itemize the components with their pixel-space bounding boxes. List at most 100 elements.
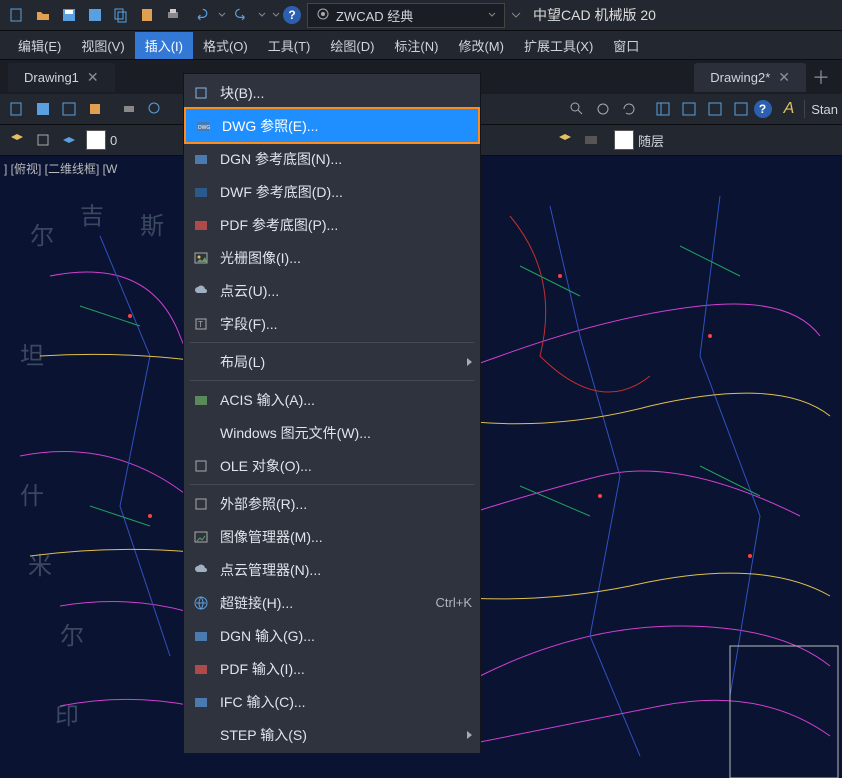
svg-text:T: T <box>198 320 203 329</box>
layer-icon[interactable] <box>6 129 28 151</box>
dgn2-icon <box>192 627 210 645</box>
tool-icon[interactable] <box>58 98 80 120</box>
menu-item[interactable]: 超链接(H)...Ctrl+K <box>184 586 480 619</box>
close-icon[interactable]: ✕ <box>778 69 790 86</box>
imgmgr-icon <box>192 528 210 546</box>
menu-item-label: STEP 输入(S) <box>220 725 461 745</box>
layer-icon[interactable] <box>554 129 576 151</box>
redo-dropdown-icon[interactable] <box>257 4 267 26</box>
dwg-icon: DWG <box>194 117 212 135</box>
menu-绘图[interactable]: 绘图(D) <box>320 32 384 59</box>
menu-item-label: 光栅图像(I)... <box>220 248 472 268</box>
undo-dropdown-icon[interactable] <box>217 4 227 26</box>
menu-item[interactable]: DGN 输入(G)... <box>184 619 480 652</box>
menu-item-label: 点云(U)... <box>220 281 472 301</box>
menu-item[interactable]: DGN 参考底图(N)... <box>184 142 480 175</box>
tool-icon[interactable] <box>6 98 28 120</box>
menu-item-label: Windows 图元文件(W)... <box>220 423 472 443</box>
menu-视图[interactable]: 视图(V) <box>71 32 134 59</box>
menu-item[interactable]: DWGDWG 参照(E)... <box>184 107 480 144</box>
undo-icon[interactable] <box>191 4 213 26</box>
acis-icon <box>192 391 210 409</box>
tool-icon[interactable] <box>32 98 54 120</box>
menu-item-label: 字段(F)... <box>220 314 472 334</box>
menu-item[interactable]: STEP 输入(S) <box>184 718 480 751</box>
blank-icon <box>192 726 210 744</box>
workspace-label: ZWCAD 经典 <box>336 6 413 25</box>
menu-item[interactable]: Windows 图元文件(W)... <box>184 416 480 449</box>
block-icon <box>192 84 210 102</box>
add-tab-button[interactable]: ＋ <box>808 64 834 90</box>
menubar: 编辑(E)视图(V)插入(I)格式(O)工具(T)绘图(D)标注(N)修改(M)… <box>0 31 842 60</box>
menu-修改[interactable]: 修改(M) <box>448 32 514 59</box>
preview-icon[interactable] <box>144 98 166 120</box>
xref-icon <box>192 495 210 513</box>
menu-窗口[interactable]: 窗口 <box>603 32 649 59</box>
layer-icon[interactable] <box>58 129 80 151</box>
layer-icon[interactable] <box>32 129 54 151</box>
panel-icon[interactable] <box>704 98 726 120</box>
help-icon[interactable]: ? <box>283 6 301 24</box>
menu-标注[interactable]: 标注(N) <box>384 32 448 59</box>
menu-item[interactable]: DWF 参考底图(D)... <box>184 175 480 208</box>
menu-item-label: ACIS 输入(A)... <box>220 390 472 410</box>
redo-icon[interactable] <box>231 4 253 26</box>
panel-icon[interactable] <box>678 98 700 120</box>
menu-item[interactable]: 光栅图像(I)... <box>184 241 480 274</box>
menu-工具[interactable]: 工具(T) <box>258 32 321 59</box>
open-icon[interactable] <box>32 4 54 26</box>
layer-zero[interactable]: 0 <box>110 133 117 148</box>
menu-item[interactable]: 点云管理器(N)... <box>184 553 480 586</box>
menu-item[interactable]: ACIS 输入(A)... <box>184 383 480 416</box>
bylayer-label[interactable]: 随层 <box>638 131 838 150</box>
panel-icon[interactable] <box>652 98 674 120</box>
tool-icon[interactable] <box>84 98 106 120</box>
menu-item-label: DWF 参考底图(D)... <box>220 182 472 202</box>
menu-item-label: PDF 输入(I)... <box>220 659 472 679</box>
ole-icon <box>192 457 210 475</box>
menu-item[interactable]: OLE 对象(O)... <box>184 449 480 482</box>
save-icon[interactable] <box>58 4 80 26</box>
menu-格式[interactable]: 格式(O) <box>193 32 258 59</box>
menu-item[interactable]: PDF 输入(I)... <box>184 652 480 685</box>
menu-item[interactable]: 布局(L) <box>184 345 480 378</box>
menu-item[interactable]: IFC 输入(C)... <box>184 685 480 718</box>
new-icon[interactable] <box>6 4 28 26</box>
help-icon[interactable]: ? <box>754 100 772 118</box>
menu-item[interactable]: 点云(U)... <box>184 274 480 307</box>
link-icon <box>192 594 210 612</box>
menu-item[interactable]: 块(B)... <box>184 76 480 109</box>
tab-drawing2[interactable]: Drawing2* ✕ <box>694 63 806 92</box>
panel-icon[interactable] <box>730 98 752 120</box>
menu-item[interactable]: T 字段(F)... <box>184 307 480 340</box>
bylayer-color-swatch[interactable] <box>614 130 634 150</box>
toolbar-chevron-icon[interactable] <box>511 10 521 20</box>
copy-icon[interactable] <box>110 4 132 26</box>
tab-drawing1[interactable]: Drawing1 ✕ <box>8 63 115 92</box>
field-icon: T <box>192 315 210 333</box>
text-style-icon[interactable]: A <box>784 100 795 118</box>
paste-icon[interactable] <box>136 4 158 26</box>
refresh-icon[interactable] <box>618 98 640 120</box>
close-icon[interactable]: ✕ <box>87 69 99 86</box>
saveas-icon[interactable] <box>84 4 106 26</box>
layer-icon[interactable] <box>580 129 602 151</box>
color-swatch[interactable] <box>86 130 106 150</box>
print-icon[interactable] <box>118 98 140 120</box>
menu-插入[interactable]: 插入(I) <box>135 32 193 59</box>
menu-item[interactable]: 图像管理器(M)... <box>184 520 480 553</box>
style-label[interactable]: Stan <box>811 102 838 117</box>
print-icon[interactable] <box>162 4 184 26</box>
menu-扩展工具[interactable]: 扩展工具(X) <box>514 32 603 59</box>
menu-item[interactable]: 外部参照(R)... <box>184 487 480 520</box>
insert-menu-dropdown: 块(B)...DWGDWG 参照(E)...DGN 参考底图(N)... DWF … <box>183 73 481 754</box>
menu-item[interactable]: PDF 参考底图(P)... <box>184 208 480 241</box>
pan-icon[interactable] <box>592 98 614 120</box>
qat-more-icon[interactable] <box>271 4 281 26</box>
workspace-combo[interactable]: ZWCAD 经典 <box>307 3 505 28</box>
menu-item-label: OLE 对象(O)... <box>220 456 472 476</box>
zoom-icon[interactable] <box>566 98 588 120</box>
menu-编辑[interactable]: 编辑(E) <box>8 32 71 59</box>
viewport-status: ] [俯视] [二维线框] [W <box>4 160 117 177</box>
pdf-icon <box>192 216 210 234</box>
